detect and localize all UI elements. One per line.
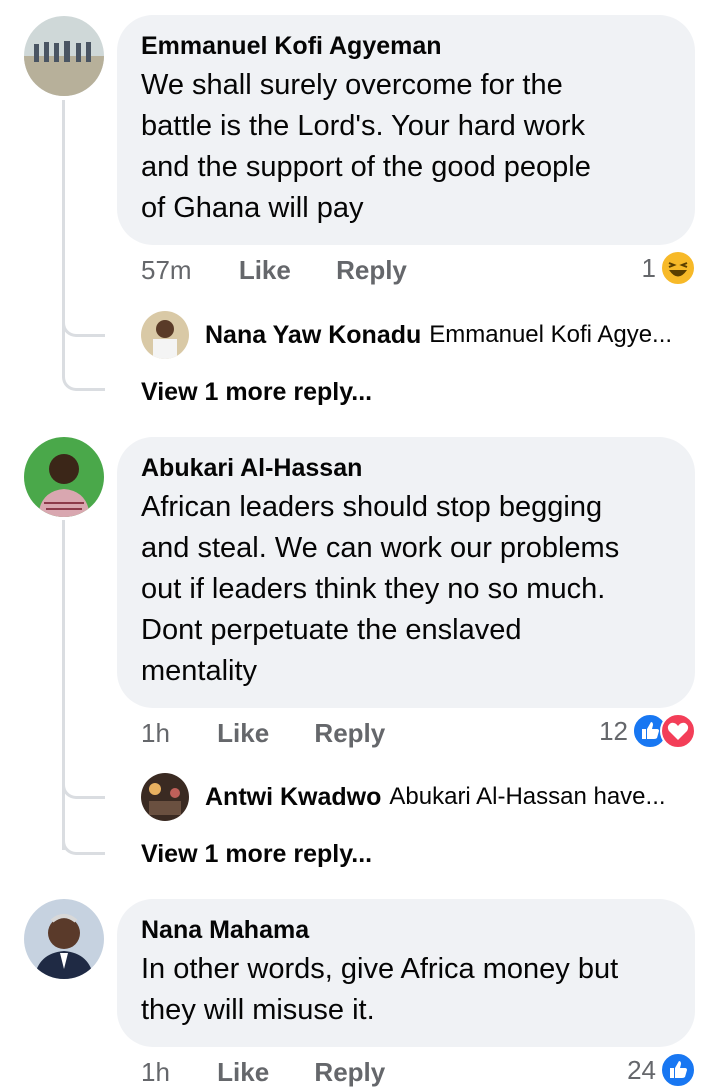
reply-preview[interactable]: Antwi Kwadwo Abukari Al-Hassan have... (141, 772, 666, 822)
reaction-count: 1 (641, 253, 656, 283)
comment-text-line: African leaders should stop begging (141, 491, 603, 523)
comment-text-line: they will misuse it. (141, 994, 375, 1026)
thread-line (62, 520, 65, 850)
comment: Abukari Al-Hassan African leaders should… (0, 420, 720, 880)
reaction-summary[interactable]: 1 (642, 248, 696, 288)
comment-actions: 1h Like Reply (141, 713, 423, 753)
reply-author[interactable]: Nana Yaw Konadu (205, 321, 421, 350)
reply-button[interactable]: Reply (314, 1052, 385, 1092)
comment-actions: 1h Like Reply (141, 1052, 423, 1092)
reaction-count: 12 (599, 716, 628, 746)
thread-branch (62, 314, 105, 337)
reply-author[interactable]: Antwi Kwadwo (205, 783, 381, 812)
like-button[interactable]: Like (239, 250, 291, 290)
comment-text-line: and the support of the good people (141, 151, 591, 183)
comment-text: We shall surely overcome for the battle … (141, 65, 671, 229)
comment: Nana Mahama In other words, give Africa … (0, 880, 720, 1088)
comment-author[interactable]: Abukari Al-Hassan (141, 451, 671, 485)
like-button[interactable]: Like (217, 713, 269, 753)
reply-button[interactable]: Reply (314, 713, 385, 753)
comment-text-line: and steal. We can work our problems (141, 532, 620, 564)
timestamp[interactable]: 57m (141, 250, 192, 290)
haha-icon (660, 250, 696, 286)
avatar[interactable] (24, 899, 104, 979)
reaction-summary[interactable]: 12 (599, 711, 696, 751)
avatar[interactable] (24, 437, 104, 517)
reply-preview[interactable]: Nana Yaw Konadu Emmanuel Kofi Agye... (141, 310, 672, 360)
reaction-count: 24 (627, 1055, 656, 1085)
timestamp[interactable]: 1h (141, 713, 170, 753)
reply-avatar[interactable] (141, 773, 189, 821)
comment-text-line: Dont perpetuate the enslaved (141, 614, 522, 646)
reply-avatar[interactable] (141, 311, 189, 359)
comment-author[interactable]: Nana Mahama (141, 913, 671, 947)
reply-snippet: Emmanuel Kofi Agye... (429, 321, 673, 348)
comment: Emmanuel Kofi Agyeman We shall surely ov… (0, 0, 720, 420)
view-more-replies-link[interactable]: View 1 more reply... (141, 834, 372, 874)
comment-bubble: Emmanuel Kofi Agyeman We shall surely ov… (117, 15, 695, 245)
comment-bubble: Nana Mahama In other words, give Africa … (117, 899, 695, 1047)
reply-button[interactable]: Reply (336, 250, 407, 290)
comment-text-line: We shall surely overcome for the (141, 69, 563, 101)
comment-text-line: battle is the Lord's. Your hard work (141, 110, 586, 142)
like-button[interactable]: Like (217, 1052, 269, 1092)
love-icon (660, 713, 696, 749)
avatar[interactable] (24, 16, 104, 96)
comment-actions: 57m Like Reply (141, 250, 445, 290)
reply-snippet: Abukari Al-Hassan have... (389, 783, 666, 810)
timestamp[interactable]: 1h (141, 1052, 170, 1092)
comment-text-line: mentality (141, 655, 258, 687)
like-icon (660, 1052, 696, 1088)
thread-branch (62, 832, 105, 855)
comment-bubble: Abukari Al-Hassan African leaders should… (117, 437, 695, 708)
view-more-replies-link[interactable]: View 1 more reply... (141, 372, 372, 412)
comment-author[interactable]: Emmanuel Kofi Agyeman (141, 29, 671, 63)
thread-branch (62, 776, 105, 799)
comment-text-line: In other words, give Africa money but (141, 953, 619, 985)
reaction-summary[interactable]: 24 (627, 1050, 696, 1090)
comment-text: African leaders should stop begging and … (141, 487, 671, 692)
thread-branch (62, 368, 105, 391)
comment-text-line: out if leaders think they no so much. (141, 573, 606, 605)
comment-text-line: of Ghana will pay (141, 192, 364, 224)
comment-text: In other words, give Africa money but th… (141, 949, 671, 1031)
